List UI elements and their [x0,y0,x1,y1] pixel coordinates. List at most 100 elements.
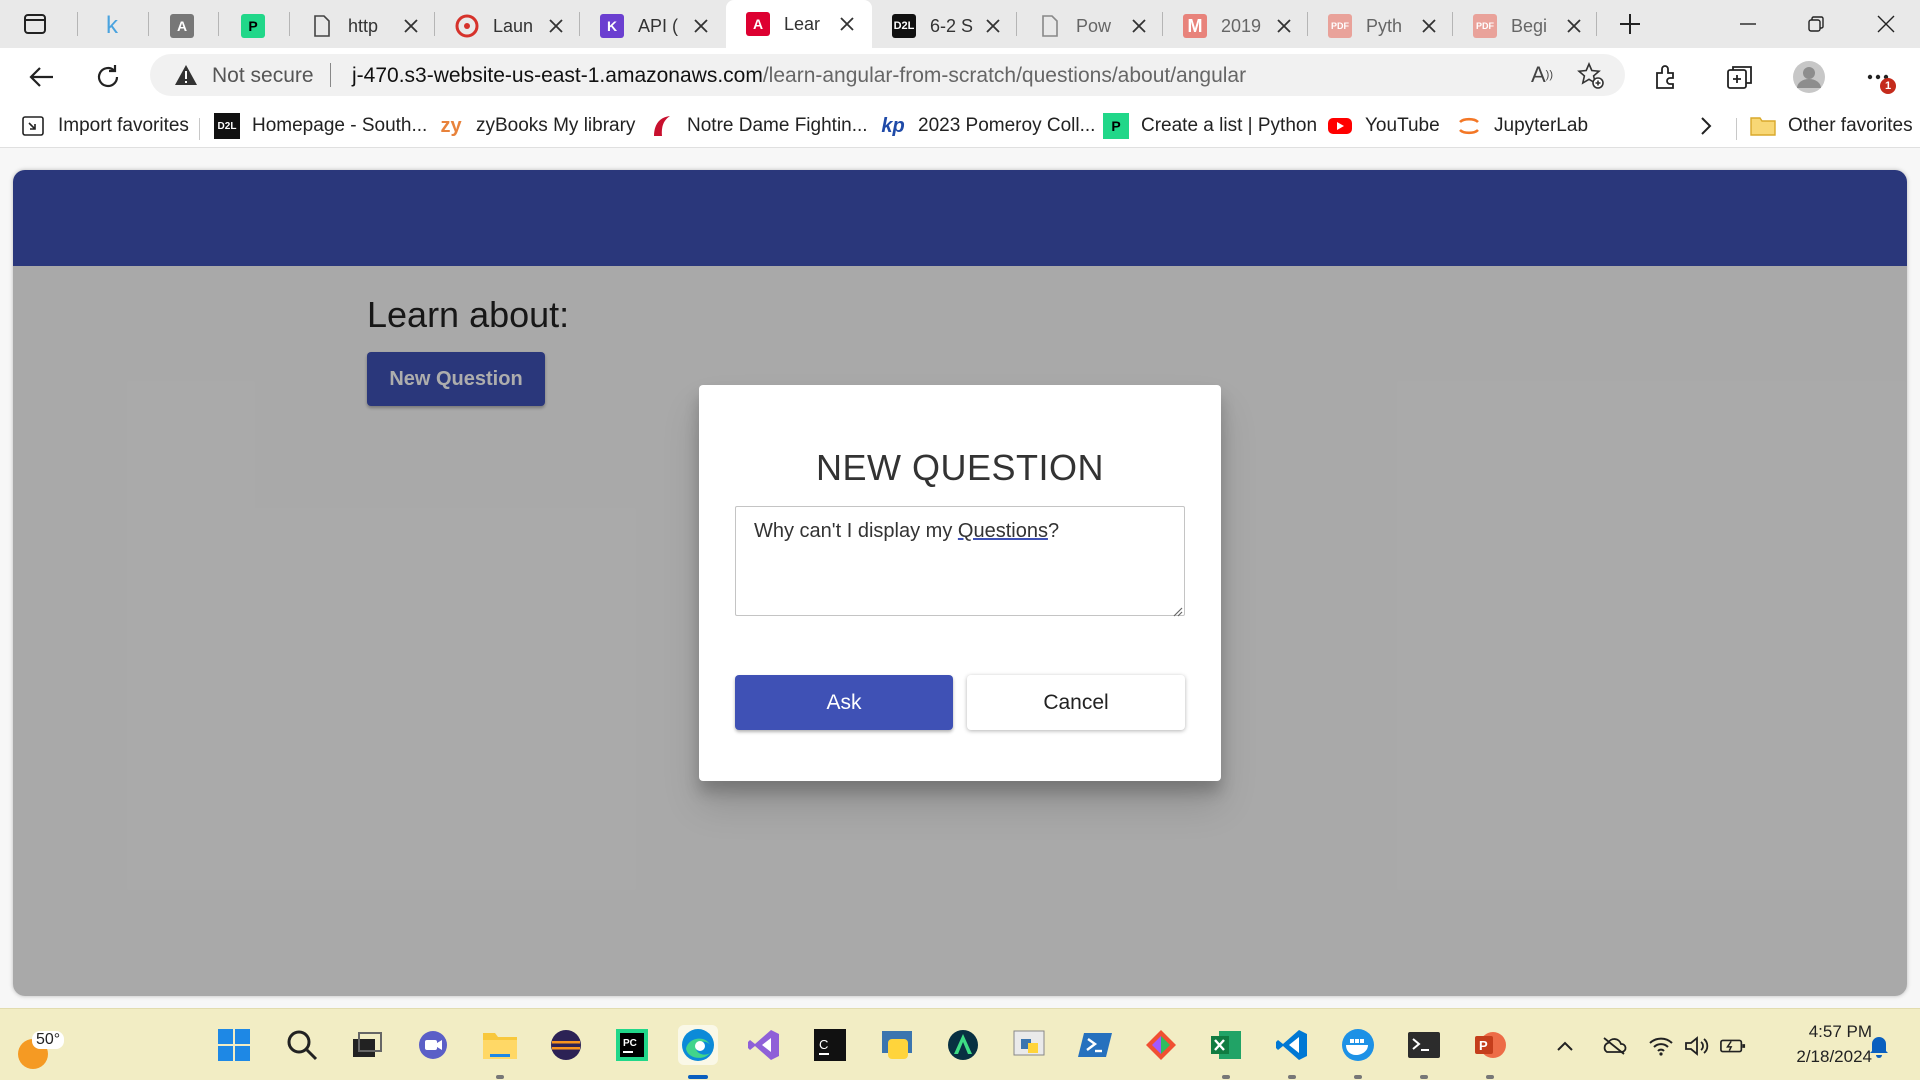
pycharm-icon[interactable]: PC [612,1025,652,1065]
warning-icon[interactable] [174,64,197,86]
bookmark-label: zyBooks My library [476,115,636,136]
url-text[interactable]: j-470.s3-website-us-east-1.amazonaws.com… [352,64,1246,88]
new-question-dialog: NEW QUESTION Why can't I display my Ques… [699,385,1221,781]
tray-overflow-chevron-icon[interactable] [1552,1033,1578,1059]
question-text-underlined: Questions [957,520,1048,542]
bookmark-zybooks[interactable]: zy zyBooks My library [438,112,635,140]
bookmark-notre-dame[interactable]: Notre Dame Fightin... [649,112,868,140]
profile-avatar[interactable] [1790,58,1828,96]
bookmark-other-favorites[interactable]: Other favorites [1750,112,1913,140]
excel-icon[interactable] [1206,1025,1246,1065]
new-tab-icon[interactable] [1614,8,1646,40]
cancel-button[interactable]: Cancel [967,675,1185,730]
terminal-icon[interactable] [1404,1025,1444,1065]
launchpad-icon [455,14,479,38]
docker-icon[interactable] [1338,1025,1378,1065]
tab-label: Pyth [1366,15,1403,36]
tab-launchpad[interactable]: Laun [455,6,565,46]
close-icon[interactable] [1565,17,1583,35]
bookmarks-overflow-chevron-icon[interactable] [1700,112,1712,140]
task-view-icon[interactable] [347,1025,387,1065]
restore-icon[interactable] [1800,8,1832,40]
tab-k[interactable]: k [100,6,124,46]
collections-icon[interactable] [1724,61,1756,93]
python-idle-icon[interactable] [1009,1025,1049,1065]
bookmark-import-favorites[interactable]: Import favorites [20,112,189,140]
bookmark-label: Import favorites [58,115,189,136]
notre-dame-icon [649,113,675,139]
security-label[interactable]: Not secure [212,64,314,88]
tab-2019[interactable]: M 2019 [1183,6,1293,46]
tab-angular-outline[interactable]: A [170,6,194,46]
pycharm-icon: P [241,14,265,38]
start-windows-icon[interactable] [214,1025,254,1065]
address-row: Not secure j-470.s3-website-us-east-1.am… [0,48,1920,104]
search-icon[interactable] [282,1025,322,1065]
close-window-icon[interactable] [1870,8,1902,40]
edge-icon[interactable] [678,1025,718,1065]
tab-label: Laun [493,15,534,36]
close-icon[interactable] [402,17,420,35]
bookmark-pomeroy[interactable]: kp 2023 Pomeroy Coll... [880,112,1095,140]
taskbar: 50° PC C P 4:57 PM 2/18/2024 [0,1008,1920,1080]
volume-icon[interactable] [1684,1033,1710,1059]
kp-icon: kp [881,114,905,137]
bookmark-label: Notre Dame Fightin... [687,115,868,136]
tab-label: Begi [1511,15,1548,36]
visual-studio-icon[interactable] [744,1025,784,1065]
python-app-icon[interactable] [877,1025,917,1065]
tab-power[interactable]: Pow [1038,6,1148,46]
question-textarea[interactable]: Why can't I display my Questions? [735,506,1185,616]
refresh-icon[interactable] [91,60,125,94]
bookmark-label: JupyterLab [1494,115,1589,136]
address-bar[interactable]: Not secure j-470.s3-website-us-east-1.am… [150,54,1625,96]
eclipse-icon[interactable] [546,1025,586,1065]
tab-label: 6-2 S [930,15,974,36]
close-icon[interactable] [1275,17,1293,35]
close-icon[interactable] [1130,17,1148,35]
android-studio-icon[interactable] [943,1025,983,1065]
vscode-icon[interactable] [1272,1025,1312,1065]
onedrive-icon[interactable] [1601,1033,1627,1059]
url-path: /learn-angular-from-scratch/questions/ab… [762,64,1247,87]
file-explorer-icon[interactable] [480,1025,520,1065]
zybooks-icon: zy [440,114,462,137]
close-icon[interactable] [692,17,710,35]
bookmark-youtube[interactable]: YouTube [1327,112,1440,140]
tab-pycharm[interactable]: P [241,6,265,46]
tab-d2l[interactable]: D2L 6-2 S [892,6,1002,46]
tab-label: API ( [638,15,679,36]
teams-chat-icon[interactable] [413,1025,453,1065]
bookmark-create-list[interactable]: P Create a list | Python [1103,112,1317,140]
weather-widget[interactable]: 50° [16,1021,76,1069]
tab-learn-active[interactable]: A Lear [726,0,872,48]
tab-actions-icon[interactable] [22,12,48,36]
close-icon[interactable] [838,15,856,33]
close-icon[interactable] [1420,17,1438,35]
tab-http[interactable]: http [310,6,420,46]
back-icon[interactable] [24,60,58,94]
bookmark-jupyterlab[interactable]: JupyterLab [1456,112,1588,140]
powerpoint-icon[interactable]: P [1470,1025,1510,1065]
battery-icon[interactable] [1720,1033,1746,1059]
close-icon[interactable] [547,17,565,35]
clock[interactable]: 4:57 PM 2/18/2024 [1762,1019,1872,1069]
minimize-icon[interactable] [1732,8,1764,40]
notification-bell-icon[interactable] [1866,1033,1892,1059]
add-favorite-icon[interactable] [1577,62,1605,90]
extensions-icon[interactable] [1650,61,1682,93]
resize-grip-icon[interactable] [1173,604,1183,617]
read-aloud-icon[interactable]: A)) [1529,62,1555,88]
wifi-icon[interactable] [1648,1033,1674,1059]
tab-python-pdf[interactable]: PDF Pyth [1328,6,1438,46]
close-icon[interactable] [984,17,1002,35]
k-logo-icon: k [106,12,118,39]
tab-begin-pdf[interactable]: PDF Begi [1473,6,1583,46]
d2l-icon: D2L [892,14,916,38]
powershell-icon[interactable] [1075,1025,1115,1065]
git-app-icon[interactable] [1141,1025,1181,1065]
clion-icon[interactable]: C [810,1025,850,1065]
tab-api[interactable]: K API ( [600,6,710,46]
ask-button[interactable]: Ask [735,675,953,730]
bookmark-homepage[interactable]: D2L Homepage - South... [214,112,427,140]
